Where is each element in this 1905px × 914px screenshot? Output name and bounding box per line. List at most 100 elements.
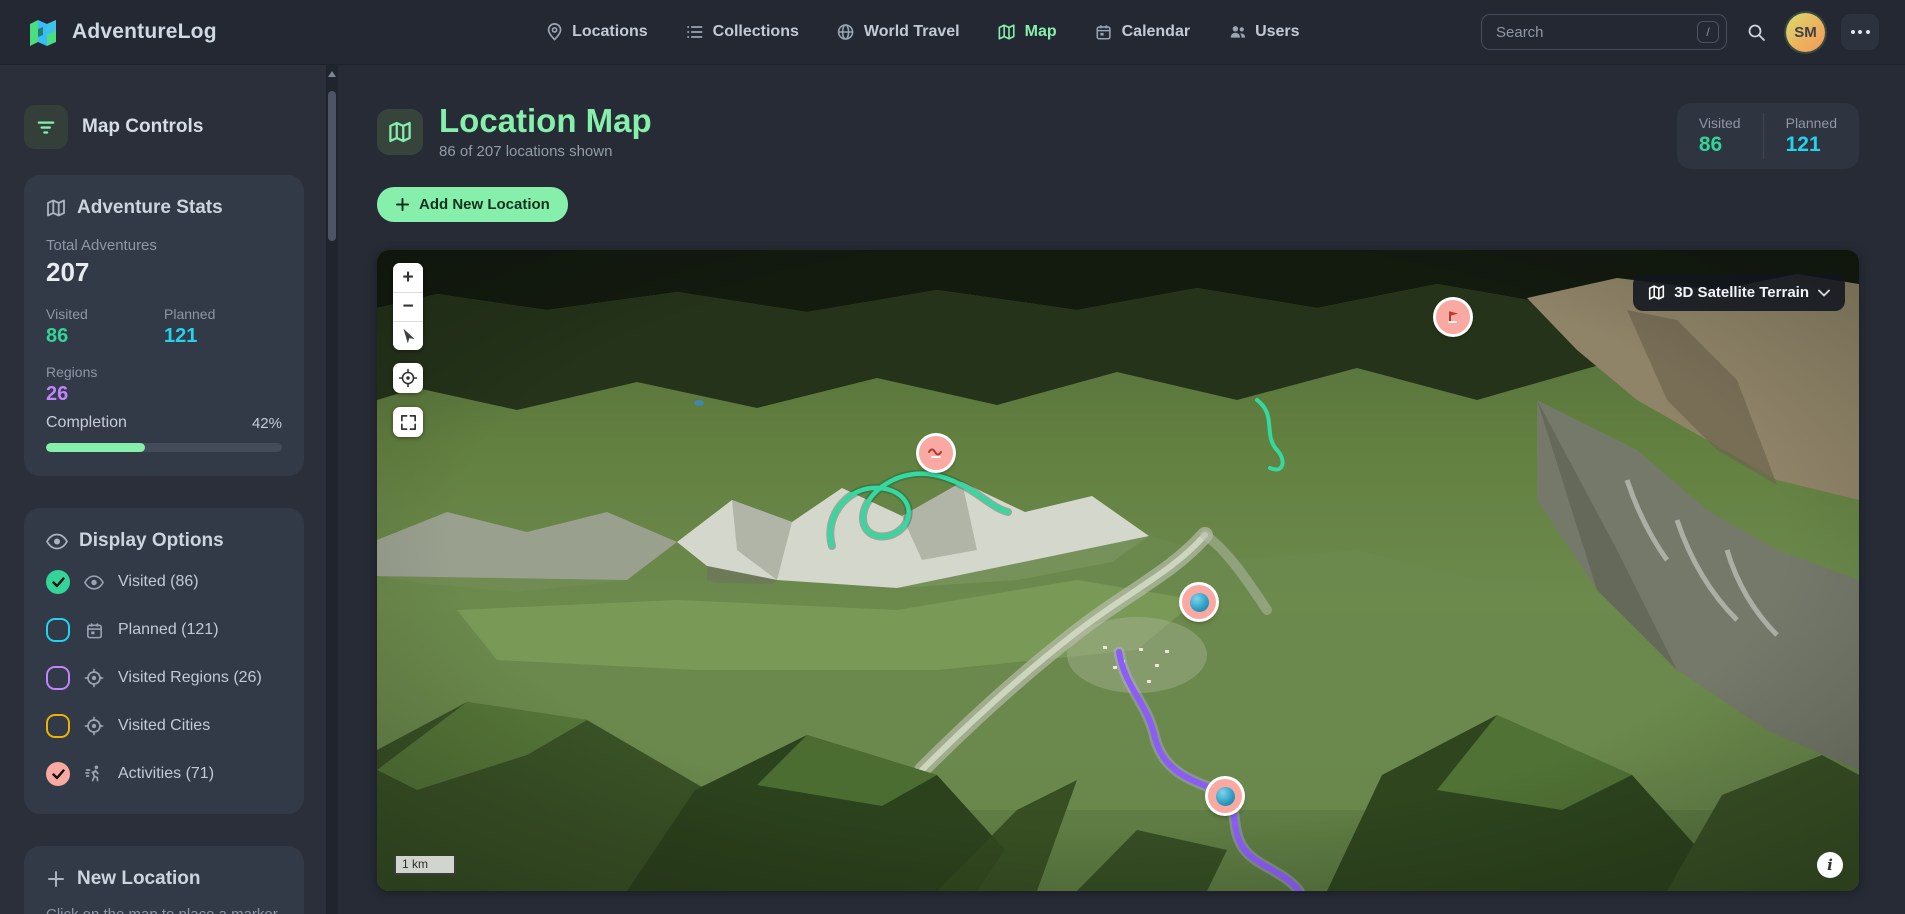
option-label: Activities (71) xyxy=(118,765,214,783)
map-icon xyxy=(998,23,1016,41)
nav-item-calendar[interactable]: Calendar xyxy=(1095,23,1190,41)
nav-label: Calendar xyxy=(1122,23,1190,41)
regions-value: 26 xyxy=(46,383,164,406)
add-button-label: Add New Location xyxy=(419,196,550,213)
app-title: AdventureLog xyxy=(72,20,217,44)
map-marker-activity-3[interactable] xyxy=(1182,585,1216,619)
user-avatar[interactable]: SM xyxy=(1786,13,1825,52)
option-activities[interactable]: Activities (71) xyxy=(46,762,282,786)
eye-icon xyxy=(46,533,68,550)
completion-value: 42% xyxy=(252,415,282,432)
visited-label: Visited xyxy=(46,306,164,322)
zoom-in-button[interactable]: + xyxy=(393,263,423,292)
new-location-title: New Location xyxy=(77,868,201,890)
main-nav: Locations Collections World Travel xyxy=(545,0,1299,64)
planned-value: 121 xyxy=(164,325,282,348)
fullscreen-icon xyxy=(399,413,418,432)
nav-label: Locations xyxy=(572,23,648,41)
completion-label: Completion xyxy=(46,414,127,432)
option-visited-regions[interactable]: Visited Regions (26) xyxy=(46,666,282,690)
map-icon xyxy=(1648,284,1665,301)
option-planned[interactable]: Planned (121) xyxy=(46,618,282,642)
map-style-selector[interactable]: 3D Satellite Terrain xyxy=(1633,274,1845,311)
completion-progress-bar xyxy=(46,443,282,452)
nav-item-locations[interactable]: Locations xyxy=(545,23,648,41)
sidebar-scrollbar[interactable] xyxy=(326,65,338,914)
calendar-icon xyxy=(83,621,105,640)
overflow-menu-button[interactable] xyxy=(1841,14,1879,50)
scale-label: 1 km xyxy=(402,857,428,871)
search-button[interactable] xyxy=(1743,19,1770,46)
display-options-card: Display Options Visited (86) xyxy=(24,508,304,814)
scrollbar-thumb[interactable] xyxy=(328,91,336,241)
filter-icon-tile xyxy=(24,105,68,149)
summary-planned-label: Planned xyxy=(1786,115,1837,131)
map-scale-bar: 1 km xyxy=(394,856,456,875)
zoom-out-button[interactable]: − xyxy=(393,292,423,321)
new-location-hint: Click on the map to place a marker. xyxy=(46,906,282,914)
calendar-icon xyxy=(1095,23,1113,41)
plus-icon xyxy=(395,197,410,212)
nav-label: Map xyxy=(1025,23,1057,41)
fullscreen-button[interactable] xyxy=(393,407,423,437)
pin-icon xyxy=(545,23,563,41)
summary-planned-value: 121 xyxy=(1786,133,1837,157)
target-icon xyxy=(83,668,105,688)
map-canvas[interactable]: + − xyxy=(377,250,1859,891)
sidebar-title: Map Controls xyxy=(82,116,203,138)
map-marker-activity-2[interactable] xyxy=(919,436,953,470)
add-new-location-button[interactable]: Add New Location xyxy=(377,187,568,222)
new-location-card: New Location Click on the map to place a… xyxy=(24,846,304,914)
runner-icon xyxy=(83,764,105,784)
nav-label: World Travel xyxy=(864,23,960,41)
visited-regions-checkbox[interactable] xyxy=(46,666,70,690)
map-style-label: 3D Satellite Terrain xyxy=(1674,284,1809,301)
summary-visited-label: Visited xyxy=(1699,115,1741,131)
map-marker-activity-1[interactable] xyxy=(1436,300,1470,334)
photo-thumbnail xyxy=(1190,593,1209,612)
compass-button[interactable] xyxy=(393,321,423,350)
option-label: Planned (121) xyxy=(118,621,219,639)
stats-card-title: Adventure Stats xyxy=(77,197,223,219)
flag-icon xyxy=(1445,309,1461,325)
chevron-down-icon xyxy=(1818,289,1830,297)
visited-checkbox[interactable] xyxy=(46,570,70,594)
display-options-title: Display Options xyxy=(79,530,224,552)
summary-stats-pill: Visited 86 Planned 121 xyxy=(1677,103,1859,169)
nav-item-map[interactable]: Map xyxy=(998,23,1057,41)
planned-checkbox[interactable] xyxy=(46,618,70,642)
option-label: Visited Regions (26) xyxy=(118,669,262,687)
option-visited[interactable]: Visited (86) xyxy=(46,570,282,594)
geolocate-button[interactable] xyxy=(393,363,423,393)
summary-visited-value: 86 xyxy=(1699,133,1741,157)
visited-value: 86 xyxy=(46,325,164,348)
option-visited-cities[interactable]: Visited Cities xyxy=(46,714,282,738)
page-subtitle: 86 of 207 locations shown xyxy=(439,143,652,160)
list-icon xyxy=(686,23,704,41)
search-input[interactable] xyxy=(1481,14,1727,50)
nav-item-users[interactable]: Users xyxy=(1228,23,1299,41)
plus-icon xyxy=(46,869,66,889)
map-marker-activity-4[interactable] xyxy=(1208,779,1242,813)
completion-progress-fill xyxy=(46,443,145,452)
scrollbar-up-arrow[interactable] xyxy=(328,71,336,77)
nav-item-world-travel[interactable]: World Travel xyxy=(837,23,960,41)
attribution-button[interactable]: i xyxy=(1817,852,1843,878)
trail-icon xyxy=(927,446,945,460)
app-logo[interactable]: AdventureLog xyxy=(26,15,217,49)
option-label: Visited Cities xyxy=(118,717,210,735)
map-zoom-controls: + − xyxy=(393,263,423,350)
ellipsis-icon xyxy=(1851,30,1870,34)
crosshair-icon xyxy=(398,368,418,388)
nav-label: Users xyxy=(1255,23,1299,41)
target-icon xyxy=(83,716,105,736)
visited-cities-checkbox[interactable] xyxy=(46,714,70,738)
eye-icon xyxy=(83,575,105,590)
nav-label: Collections xyxy=(713,23,799,41)
activities-checkbox[interactable] xyxy=(46,762,70,786)
nav-item-collections[interactable]: Collections xyxy=(686,23,799,41)
adventurelog-logo-icon xyxy=(26,15,60,49)
location-map-icon-tile xyxy=(377,109,423,155)
total-adventures-value: 207 xyxy=(46,257,282,288)
photo-thumbnail xyxy=(1216,787,1235,806)
